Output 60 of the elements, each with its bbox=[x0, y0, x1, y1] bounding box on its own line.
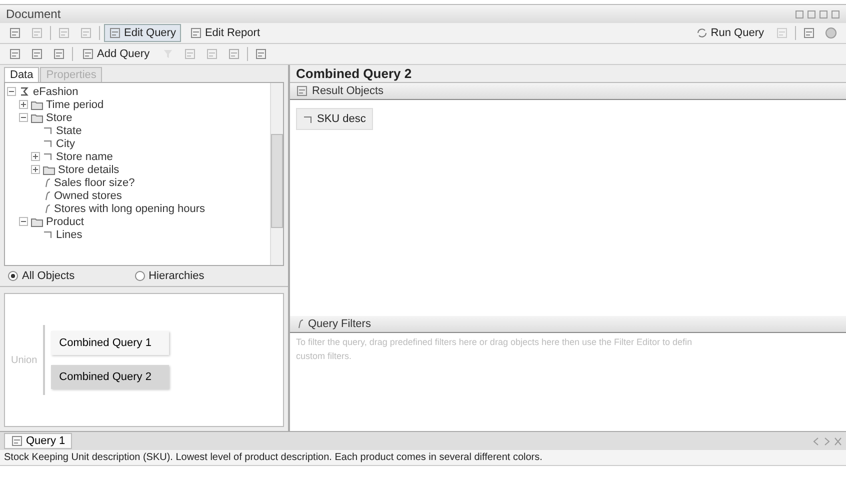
view-radio[interactable]: All Objects bbox=[8, 270, 75, 282]
dimension-icon bbox=[43, 230, 53, 239]
section-title: Result Objects bbox=[312, 85, 384, 97]
query-icon bbox=[9, 48, 21, 60]
refresh-icon bbox=[696, 27, 708, 39]
folder-icon bbox=[31, 100, 43, 110]
tree-item[interactable]: State bbox=[56, 124, 82, 136]
query-tab[interactable]: Query 1 bbox=[4, 433, 72, 449]
query-icon bbox=[109, 27, 121, 39]
tree-item[interactable]: Time period bbox=[46, 98, 104, 110]
tree-item[interactable]: City bbox=[56, 138, 75, 150]
query-icon bbox=[82, 48, 94, 60]
radio-button[interactable] bbox=[8, 271, 18, 281]
filter-icon bbox=[296, 319, 304, 329]
globe-icon bbox=[825, 27, 837, 39]
folder-icon bbox=[31, 112, 43, 122]
query-icon bbox=[11, 435, 23, 447]
result-object[interactable]: SKU desc bbox=[296, 108, 373, 130]
tree-item[interactable]: Sales floor size? bbox=[54, 176, 135, 188]
folder-icon bbox=[31, 216, 43, 226]
tree-item[interactable]: Lines bbox=[56, 228, 82, 240]
tree-item[interactable]: Product bbox=[46, 216, 84, 228]
universe-icon bbox=[19, 86, 30, 97]
page-icon bbox=[31, 48, 43, 60]
run-query-button[interactable]: Run Query bbox=[690, 24, 769, 42]
panel-tab[interactable]: Data bbox=[4, 67, 40, 82]
tree-item[interactable]: Store name bbox=[56, 150, 113, 162]
folder-icon bbox=[43, 164, 55, 174]
scrollbar[interactable] bbox=[270, 83, 283, 265]
status-text: Stock Keeping Unit description (SKU). Lowest level of product description. Each product comes in several different colors. bbox=[0, 450, 846, 466]
add-query-button[interactable]: Add Query bbox=[77, 45, 155, 63]
filter-hint: custom filters. bbox=[295, 351, 353, 363]
section-title: Query Filters bbox=[308, 318, 371, 330]
collapse-icon[interactable] bbox=[7, 87, 16, 96]
window-title: Document bbox=[6, 7, 61, 21]
union-label: Union bbox=[11, 354, 38, 366]
report-icon bbox=[190, 27, 202, 39]
tree-item[interactable]: eFashion bbox=[33, 86, 78, 98]
dimension-icon bbox=[303, 114, 313, 124]
expand-icon[interactable] bbox=[31, 165, 40, 174]
tree-item[interactable]: Owned stores bbox=[54, 190, 122, 202]
tree-item[interactable]: Store bbox=[46, 112, 72, 124]
edit-report-button[interactable]: Edit Report bbox=[184, 24, 265, 42]
next-icon[interactable] bbox=[823, 436, 831, 446]
collapse-icon[interactable] bbox=[19, 217, 28, 226]
expand-icon[interactable] bbox=[19, 100, 28, 109]
query-item[interactable]: Combined Query 2 bbox=[51, 365, 170, 389]
view-radio[interactable]: Hierarchies bbox=[134, 270, 204, 282]
filter-hint: To filter the query, drag predefined filters here or drag objects here then use the Filter Editor to defin bbox=[295, 336, 694, 349]
tree-item[interactable]: Store details bbox=[58, 164, 120, 176]
tree-item[interactable]: Stores with long opening hours bbox=[54, 202, 206, 214]
query-item[interactable]: Combined Query 1 bbox=[51, 331, 170, 355]
previous-icon[interactable] bbox=[812, 436, 820, 446]
query-title: Combined Query 2 bbox=[290, 65, 846, 83]
radio-button[interactable] bbox=[134, 271, 145, 281]
maximize-icon[interactable] bbox=[807, 10, 816, 18]
edit-query-button[interactable]: Edit Query bbox=[104, 24, 181, 42]
page-icon bbox=[9, 27, 21, 39]
expand-icon[interactable] bbox=[31, 152, 40, 161]
collapse-icon[interactable] bbox=[19, 113, 28, 122]
